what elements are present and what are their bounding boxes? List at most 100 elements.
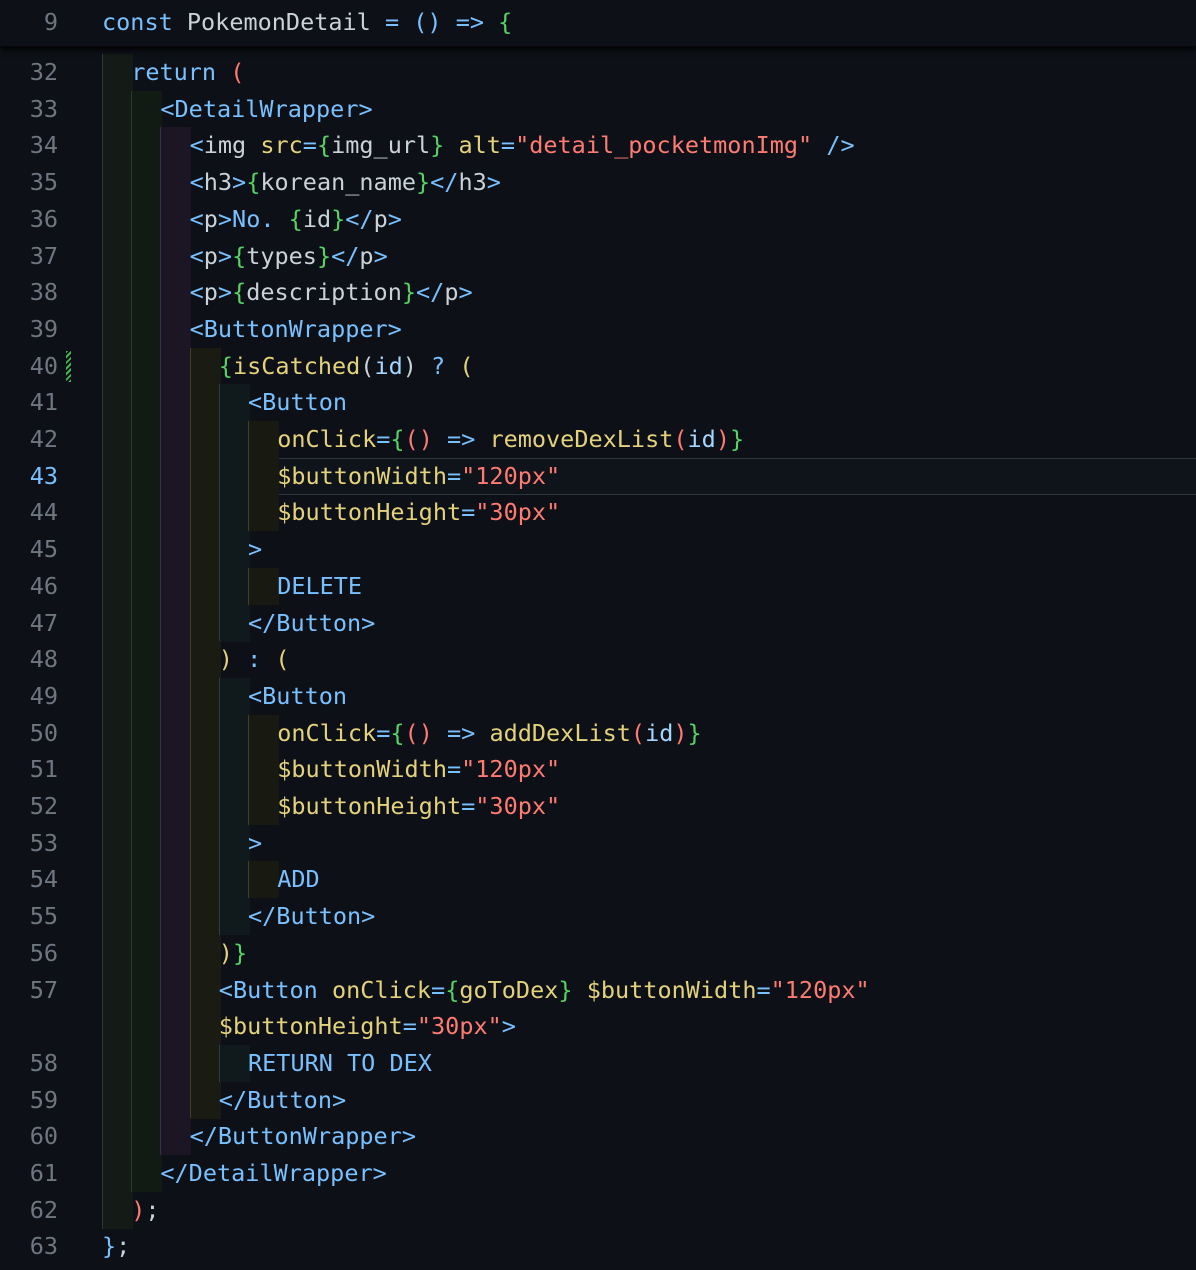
code-line[interactable]: 55 </Button> [0, 898, 1196, 936]
indent-guide [102, 751, 133, 789]
code-line[interactable]: 34 <img src={img_url} alt="detail_pocketm… [0, 127, 1196, 165]
indent-guide [160, 200, 192, 238]
code-text: <img src={img_url} alt="detail_pocketmon… [190, 127, 855, 164]
code-token: { [316, 131, 332, 160]
code-line[interactable]: 51 $buttonWidth="120px" [0, 751, 1196, 789]
code-line[interactable]: 53 > [0, 824, 1196, 862]
indent-guide [160, 934, 192, 972]
code-line[interactable]: 33 <DetailWrapper> [0, 90, 1196, 128]
code-token: => [432, 718, 490, 747]
code-line[interactable]: 36 <p>No. {id}</p> [0, 200, 1196, 238]
code-line[interactable]: 61 </DetailWrapper> [0, 1155, 1196, 1192]
code-line[interactable]: 44 $buttonHeight="30px" [0, 494, 1196, 532]
code-token: = [431, 975, 446, 1004]
git-modified-marker[interactable] [66, 350, 71, 382]
indent-guide [131, 1155, 163, 1192]
indent-guide [189, 384, 221, 422]
indent-guide [160, 1081, 192, 1119]
code-text: onClick={() => removeDexList(id)} [277, 421, 744, 458]
code-line[interactable]: 46 DELETE [0, 567, 1196, 605]
line-number: 40 [29, 351, 58, 380]
line-number: 62 [29, 1195, 58, 1224]
code-line[interactable]: 56)} [0, 934, 1196, 972]
code-token: p [359, 241, 374, 270]
code-line[interactable]: 39 <ButtonWrapper> [0, 310, 1196, 348]
code-line[interactable]: 47 </Button> [0, 604, 1196, 642]
code-text: <Button onClick={goToDex} $buttonWidth="… [219, 972, 870, 1009]
code-editor[interactable]: 9 const PokemonDetail = () => { 32 return… [0, 0, 1196, 1270]
code-token: h3 [203, 168, 233, 197]
indent-guide [160, 347, 192, 385]
code-token: } [729, 425, 745, 453]
code-text: {isCatched(id) ? ( [219, 348, 474, 385]
code-token: ( [360, 351, 375, 380]
code-line[interactable]: 41 <Button [0, 384, 1196, 422]
code-line[interactable]: 59 </Button> [0, 1081, 1196, 1119]
code-line[interactable]: 37 <p>{types}</p> [0, 237, 1196, 275]
code-token: = [376, 718, 391, 747]
indent-guide [131, 1044, 163, 1082]
code-line[interactable]: 57 <Button onClick={goToDex} $buttonWidth… [0, 971, 1196, 1009]
code-line[interactable]: 40 {isCatched(id) ? ( [0, 347, 1196, 385]
code-token: } [401, 278, 417, 307]
line-number: 52 [29, 792, 58, 820]
line-number: 55 [29, 902, 58, 931]
code-text: </DetailWrapper> [160, 1155, 386, 1192]
line-number: 46 [29, 571, 58, 600]
indent-guide [102, 1118, 133, 1156]
indent-guide [160, 1118, 192, 1156]
code-token: () [404, 425, 433, 453]
code-token: p [373, 204, 388, 233]
indent-guide [102, 714, 133, 752]
code-line[interactable]: 43 $buttonWidth="120px" [0, 457, 1196, 495]
indent-guide [189, 1044, 221, 1082]
code-line[interactable]: 32 return ( [0, 54, 1196, 91]
code-line[interactable]: 50 onClick={() => addDexList(id)} [0, 714, 1196, 752]
code-line[interactable]: 52 $buttonHeight="30px" [0, 788, 1196, 825]
indent-guide [189, 347, 221, 385]
code-token: id [687, 425, 716, 453]
code-token: ( [275, 645, 290, 674]
code-token: types [246, 241, 317, 270]
code-token: < [189, 278, 204, 307]
code-line[interactable]: 35 <h3>{korean_name}</h3> [0, 164, 1196, 202]
code-token: > [458, 278, 473, 307]
code-line[interactable]: 58 RETURN TO DEX [0, 1044, 1196, 1082]
code-token: = [500, 131, 516, 160]
indent-guide [102, 641, 133, 679]
code-line[interactable]: 48) : ( [0, 641, 1196, 679]
code-token: h3 [458, 168, 487, 197]
code-line[interactable]: 63}; [0, 1228, 1196, 1265]
indent-guide [131, 751, 163, 789]
code-line[interactable]: 38 <p>{description}</p> [0, 274, 1196, 312]
indent-guide [131, 1008, 163, 1046]
code-token: { [390, 425, 405, 453]
indent-guide [160, 824, 192, 862]
indent-guide [102, 384, 133, 422]
code-line[interactable]: 45 > [0, 531, 1196, 569]
code-token: addDexList [489, 718, 631, 747]
code-token: > [217, 278, 233, 307]
sticky-scroll-header[interactable]: 9 const PokemonDetail = () => { [0, 0, 1196, 47]
indent-guide [189, 861, 221, 899]
code-line[interactable]: 49 <Button [0, 677, 1196, 715]
line-number: 39 [29, 314, 58, 343]
code-token: < [189, 131, 204, 160]
indent-guide [189, 788, 221, 825]
indent-guide [160, 310, 192, 348]
code-line[interactable]: 42 onClick={() => removeDexList(id)} [0, 421, 1196, 458]
code-line[interactable]: $buttonHeight="30px"> [0, 1008, 1196, 1046]
code-token: } [687, 718, 702, 747]
code-text: $buttonHeight="30px"> [219, 1008, 516, 1045]
code-token: RETURN TO DEX [248, 1048, 432, 1077]
indent-guide [160, 274, 192, 312]
code-token: PokemonDetail [186, 8, 385, 36]
indent-guide [131, 200, 163, 238]
code-line[interactable]: 54 ADD [0, 861, 1196, 899]
code-token: </ [416, 278, 445, 307]
code-token: removeDexList [489, 425, 674, 453]
code-line[interactable]: 62); [0, 1191, 1196, 1229]
indent-guide [102, 1044, 133, 1082]
code-line[interactable]: 60 </ButtonWrapper> [0, 1118, 1196, 1156]
